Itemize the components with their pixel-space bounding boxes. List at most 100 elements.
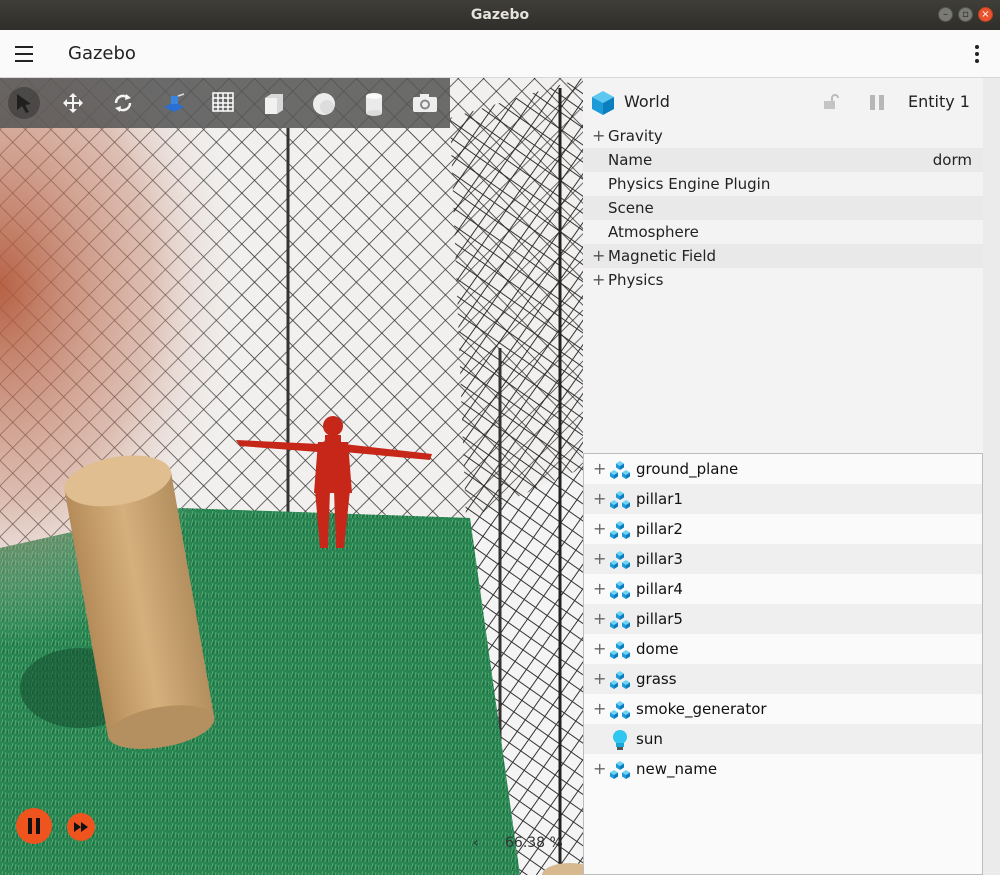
tree-item-smoke-generator[interactable]: + smoke_generator bbox=[584, 694, 982, 724]
model-icon bbox=[610, 701, 630, 719]
entity-id: Entity 1 bbox=[908, 92, 970, 111]
tree-item-label: dome bbox=[636, 640, 679, 658]
more-vert-icon[interactable] bbox=[974, 45, 980, 63]
model-icon bbox=[610, 671, 630, 689]
property-magnetic-field[interactable]: + Magnetic Field bbox=[583, 244, 983, 268]
inspector-pause-icon[interactable] bbox=[870, 95, 888, 114]
tree-item-pillar1[interactable]: + pillar1 bbox=[584, 484, 982, 514]
screenshot-tool[interactable] bbox=[407, 87, 439, 119]
app-title: Gazebo bbox=[68, 43, 136, 64]
transform-control-tool[interactable] bbox=[157, 87, 189, 119]
light-bulb-icon bbox=[613, 730, 627, 750]
expand-icon[interactable]: + bbox=[593, 574, 606, 604]
component-inspector: World Entity 1 + Gravity Name dorm Physi… bbox=[583, 78, 1000, 453]
tree-item-pillar5[interactable]: + pillar5 bbox=[584, 604, 982, 634]
tree-item-label: pillar4 bbox=[636, 580, 683, 598]
tree-item-label: pillar3 bbox=[636, 550, 683, 568]
expand-icon[interactable]: + bbox=[593, 604, 606, 634]
box-icon bbox=[265, 94, 283, 114]
translate-tool[interactable] bbox=[57, 87, 89, 119]
move-arrows-icon bbox=[63, 93, 83, 113]
grid-tool[interactable] bbox=[207, 87, 239, 119]
model-icon bbox=[610, 611, 630, 629]
window-titlebar: Gazebo – ▫ × bbox=[0, 0, 1000, 30]
transform-icon bbox=[164, 93, 185, 112]
expand-icon[interactable]: + bbox=[593, 514, 606, 544]
rtf-arrow[interactable]: ‹ bbox=[473, 835, 479, 851]
pause-button[interactable] bbox=[16, 808, 52, 844]
expand-icon[interactable]: + bbox=[593, 664, 606, 694]
expand-icon[interactable]: + bbox=[593, 754, 606, 784]
tree-item-dome[interactable]: + dome bbox=[584, 634, 982, 664]
tree-item-label: sun bbox=[636, 730, 663, 748]
tree-item-grass[interactable]: + grass bbox=[584, 664, 982, 694]
tree-item-label: pillar1 bbox=[636, 490, 683, 508]
tree-item-pillar4[interactable]: + pillar4 bbox=[584, 574, 982, 604]
model-icon bbox=[610, 581, 630, 599]
inspector-header: World Entity 1 bbox=[583, 78, 1000, 126]
app-bar: Gazebo bbox=[0, 30, 1000, 78]
expand-icon[interactable]: + bbox=[593, 454, 606, 484]
hamburger-menu-icon[interactable] bbox=[15, 46, 33, 62]
tree-item-ground-plane[interactable]: + ground_plane bbox=[584, 454, 982, 484]
expand-icon[interactable]: + bbox=[592, 268, 605, 292]
scene-toolbar bbox=[0, 78, 450, 128]
close-button[interactable]: × bbox=[978, 7, 993, 22]
minimize-button[interactable]: – bbox=[938, 7, 953, 22]
rotate-icon bbox=[114, 94, 132, 112]
expand-icon[interactable]: + bbox=[593, 694, 606, 724]
property-gravity[interactable]: + Gravity bbox=[583, 124, 983, 148]
property-value[interactable]: dorm bbox=[933, 148, 972, 172]
fast-forward-icon bbox=[74, 822, 88, 832]
rotate-tool[interactable] bbox=[107, 87, 139, 119]
property-physics[interactable]: + Physics bbox=[583, 268, 983, 292]
select-tool[interactable] bbox=[8, 87, 40, 119]
property-atmosphere: Atmosphere bbox=[608, 223, 699, 241]
box-tool[interactable] bbox=[257, 87, 289, 119]
expand-icon[interactable]: + bbox=[592, 124, 605, 148]
tree-item-label: grass bbox=[636, 670, 677, 688]
sphere-tool[interactable] bbox=[307, 87, 339, 119]
world-cube-icon bbox=[592, 91, 614, 115]
scene-render bbox=[0, 78, 583, 875]
model-icon bbox=[610, 761, 630, 779]
lock-icon[interactable] bbox=[823, 94, 839, 110]
cylinder-icon bbox=[366, 93, 382, 116]
inspector-title: World bbox=[624, 92, 670, 111]
pause-icon bbox=[28, 818, 40, 834]
tree-item-pillar3[interactable]: + pillar3 bbox=[584, 544, 982, 574]
expand-icon[interactable]: + bbox=[592, 244, 605, 268]
tree-item-sun[interactable]: sun bbox=[584, 724, 982, 754]
property-physics-engine-plugin: Physics Engine Plugin bbox=[608, 175, 771, 193]
expand-icon[interactable]: + bbox=[593, 484, 606, 514]
tree-item-label: pillar2 bbox=[636, 520, 683, 538]
tree-item-label: new_name bbox=[636, 760, 718, 778]
model-icon bbox=[610, 461, 630, 479]
tree-item-pillar2[interactable]: + pillar2 bbox=[584, 514, 982, 544]
camera-icon bbox=[413, 94, 437, 112]
real-time-factor: 66.38 % bbox=[505, 835, 563, 851]
property-name: Name dorm bbox=[583, 148, 983, 172]
step-button[interactable] bbox=[67, 813, 95, 841]
right-panel: World Entity 1 + Gravity Name dorm Physi… bbox=[583, 78, 1000, 875]
expand-icon[interactable]: + bbox=[593, 544, 606, 574]
model-icon bbox=[610, 641, 630, 659]
tree-item-label: pillar5 bbox=[636, 610, 683, 628]
model-icon bbox=[610, 491, 630, 509]
entity-tree: + ground_plane + pillar1 + pillar2 + pillar3 + pi… bbox=[583, 453, 983, 875]
sphere-icon bbox=[313, 93, 335, 115]
grid-icon bbox=[212, 92, 234, 112]
model-icon bbox=[610, 551, 630, 569]
cursor-arrow-icon bbox=[17, 94, 31, 113]
scene-3d-viewport[interactable]: ‹ 66.38 % bbox=[0, 78, 583, 875]
cylinder-tool[interactable] bbox=[357, 87, 389, 119]
property-scene: Scene bbox=[583, 196, 983, 220]
tree-item-new-name[interactable]: + new_name bbox=[584, 754, 982, 784]
window-title: Gazebo bbox=[470, 7, 530, 23]
panel-scrollbar[interactable] bbox=[983, 78, 1000, 875]
maximize-button[interactable]: ▫ bbox=[958, 7, 973, 22]
expand-icon[interactable]: + bbox=[593, 634, 606, 664]
tree-item-label: ground_plane bbox=[636, 460, 739, 478]
tree-item-label: smoke_generator bbox=[636, 700, 767, 718]
model-icon bbox=[610, 521, 630, 539]
